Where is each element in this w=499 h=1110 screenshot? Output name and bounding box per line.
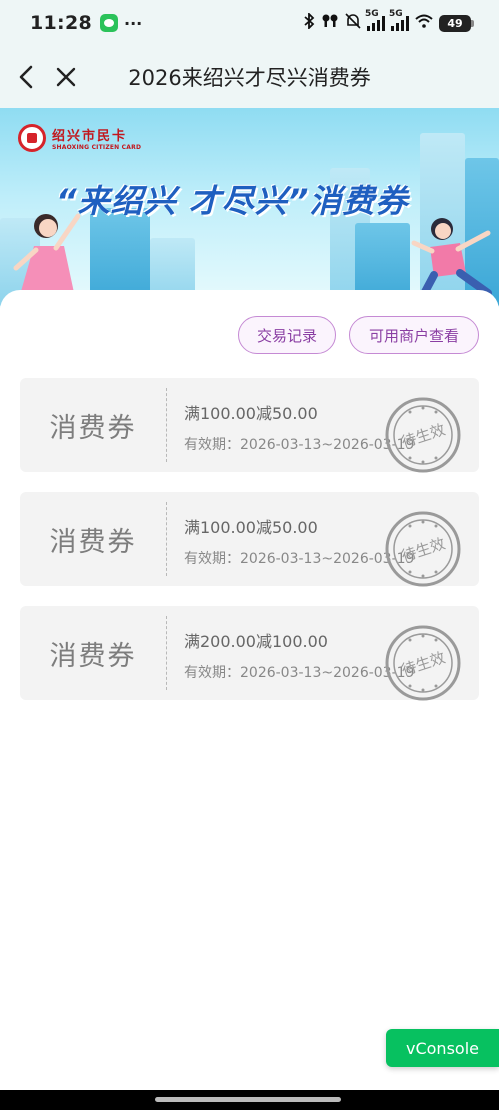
- citizen-card-logo: 绍兴市民卡 SHAOXING CITIZEN CARD: [18, 124, 141, 152]
- status-bar: 11:28 ··· 5G 5G 49: [0, 0, 499, 46]
- coupon-type-label: 消费券: [49, 412, 137, 444]
- vconsole-button[interactable]: vConsole: [386, 1029, 499, 1067]
- home-indicator[interactable]: [155, 1097, 341, 1102]
- pending-stamp-icon: 待生效: [385, 397, 461, 473]
- coupon-card[interactable]: 消费券 满100.00减50.00 有效期：2026-03-13~2026-03…: [20, 378, 479, 473]
- coupon-title: 满200.00减100.00: [184, 632, 328, 651]
- logo-text-en: SHAOXING CITIZEN CARD: [52, 144, 142, 151]
- network-type-1: 5G: [365, 9, 379, 19]
- logo-mark-icon: [18, 124, 46, 152]
- bluetooth-icon: [303, 11, 315, 33]
- logo-text-cn: 绍兴市民卡: [52, 129, 128, 144]
- coupon-card[interactable]: 消费券 满100.00减50.00 有效期：2026-03-13~2026-03…: [20, 492, 479, 587]
- coupon-card[interactable]: 消费券 满200.00减100.00 有效期：2026-03-13~2026-0…: [20, 606, 479, 701]
- mute-icon: [345, 13, 361, 33]
- promo-banner: 绍兴市民卡 SHAOXING CITIZEN CARD “来绍兴 才尽兴”消费券: [0, 108, 499, 308]
- pending-stamp-icon: 待生效: [385, 511, 461, 587]
- available-merchants-button[interactable]: 可用商户查看: [349, 316, 479, 354]
- stamp-text: 待生效: [399, 534, 447, 565]
- coupon-divider: [166, 502, 167, 576]
- nav-bar: 2026来绍兴才尽兴消费券: [0, 46, 499, 108]
- coupon-type-label: 消费券: [49, 526, 137, 558]
- wechat-icon: [99, 14, 118, 32]
- pending-stamp-icon: 待生效: [385, 625, 461, 701]
- battery-icon: 49: [439, 14, 474, 32]
- status-time: 11:28: [30, 12, 92, 34]
- chevron-left-icon: [19, 65, 33, 89]
- status-icons: 5G 5G 49: [303, 9, 474, 33]
- wifi-icon: [415, 14, 433, 32]
- back-button[interactable]: [8, 57, 44, 97]
- coupon-title: 满100.00减50.00: [184, 404, 318, 423]
- stamp-text: 待生效: [399, 420, 447, 451]
- coupon-validity: 有效期：2026-03-13~2026-03-19: [184, 551, 414, 567]
- close-icon: [56, 67, 76, 87]
- stamp-text: 待生效: [399, 648, 447, 679]
- coupon-type-label: 消费券: [49, 640, 137, 672]
- system-nav-bar: [0, 1090, 499, 1110]
- close-button[interactable]: [48, 57, 84, 97]
- coupon-title: 满100.00减50.00: [184, 518, 318, 537]
- earbuds-icon: [321, 13, 339, 33]
- status-more-dots: ···: [123, 13, 143, 33]
- network-type-2: 5G: [389, 9, 403, 19]
- coupon-divider: [166, 616, 167, 690]
- coupon-validity: 有效期：2026-03-13~2026-03-19: [184, 437, 414, 453]
- signal-2-icon: 5G: [389, 9, 409, 31]
- coupon-validity: 有效期：2026-03-13~2026-03-19: [184, 665, 414, 681]
- coupon-panel: 交易记录 可用商户查看 消费券 满100.00减50.00 有效期：2026-0…: [0, 290, 499, 1110]
- signal-1-icon: 5G: [365, 9, 385, 31]
- transaction-records-button[interactable]: 交易记录: [238, 316, 336, 354]
- coupon-divider: [166, 388, 167, 462]
- banner-slogan: “来绍兴 才尽兴”消费券: [56, 182, 409, 220]
